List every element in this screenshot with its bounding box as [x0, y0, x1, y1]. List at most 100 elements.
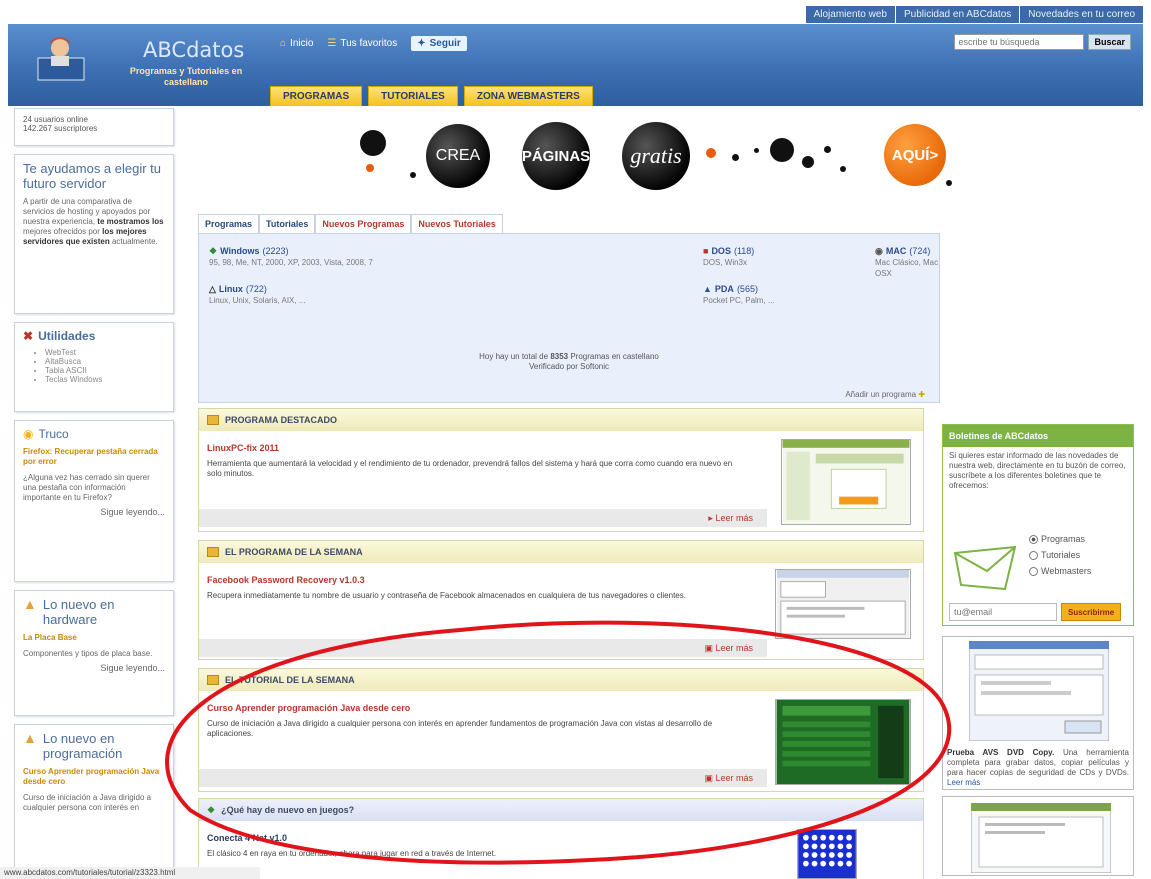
games-thumbnail[interactable] — [797, 829, 857, 879]
pda-icon: ▲ — [703, 284, 712, 294]
hardware-header: ▲ Lo nuevo en hardware — [23, 597, 165, 628]
util-altabusca[interactable]: AltaBusca — [45, 357, 165, 366]
category-linux[interactable]: △ Linux (722) Linux, Unix, Solaris, AIX, .… — [209, 284, 305, 306]
nav-favorites[interactable]: ☰ Tus favoritos — [327, 38, 397, 49]
follow-button[interactable]: ✦ Seguir — [411, 36, 467, 51]
avs-more-link[interactable]: Leer más — [947, 778, 980, 787]
hosting-title[interactable]: Te ayudamos a elegir tu futuro servidor — [23, 161, 165, 191]
featured-thumbnail[interactable] — [781, 439, 911, 525]
logo-title[interactable]: ABCdatos — [143, 38, 244, 62]
games-desc: El clásico 4 en raya en tu ordenador, ah… — [207, 849, 497, 858]
programming-link[interactable]: Curso Aprender programación Java desde c… — [23, 767, 165, 787]
dos-icon: ■ — [703, 246, 709, 256]
banner-dot — [754, 148, 759, 153]
online-users: 24 usuarios online — [23, 115, 88, 124]
cat-tab-tutoriales[interactable]: Tutoriales — [259, 214, 316, 233]
category-count: (2223) — [262, 246, 289, 256]
tip-text: ¿Alguna vez has cerrado sin querer una p… — [23, 473, 150, 502]
utilities-title: Utilidades — [38, 329, 96, 343]
total-number: 8353 — [550, 352, 569, 361]
top-link-hosting[interactable]: Alojamiento web — [804, 6, 895, 23]
featured-desc: Herramienta que aumentará la velocidad y… — [207, 459, 733, 478]
categories-area: Programas Tutoriales Nuevos Programas Nu… — [198, 214, 940, 403]
linux-icon: △ — [209, 284, 216, 294]
utilities-box: ✖ Utilidades WebTest AltaBusca Tabla ASC… — [14, 322, 174, 412]
search-button[interactable]: Buscar — [1088, 34, 1131, 50]
radio-programas[interactable]: Programas — [1029, 531, 1091, 547]
week-program-head-label: EL PROGRAMA DE LA SEMANA — [225, 547, 363, 557]
tip-more-link[interactable]: Sigue leyendo... — [23, 507, 165, 517]
week-tutorial-more-link[interactable]: ▣ Leer más — [704, 773, 753, 784]
hardware-link[interactable]: La Placa Base — [23, 633, 165, 643]
util-webtest[interactable]: WebTest — [45, 348, 165, 357]
week-program-more-link[interactable]: ▣ Leer más — [704, 643, 753, 654]
cat-tab-nuevos-programas[interactable]: Nuevos Programas — [315, 214, 412, 233]
tip-header: ◉ Truco — [23, 427, 165, 441]
category-mac[interactable]: ◉ MAC (724) Mac Clásico, Mac OSX — [875, 246, 939, 279]
top-bar: Alojamiento web Publicidad en ABCdatos N… — [0, 0, 1151, 24]
avs-ad-box[interactable]: Prueba AVS DVD Copy. Una herramienta com… — [942, 636, 1134, 790]
newsletter-box: Boletines de ABCdatos Si quieres estar i… — [942, 424, 1134, 626]
folder-icon — [207, 675, 219, 685]
favorites-icon: ☰ — [327, 38, 337, 49]
category-windows[interactable]: ❖ Windows (2223) 95, 98, Me, NT, 2000, XP,… — [209, 246, 373, 268]
radio-icon — [1029, 566, 1038, 576]
windows-icon: ❖ — [209, 246, 218, 256]
week-program-thumbnail[interactable] — [775, 569, 911, 639]
category-dos[interactable]: ■ DOS (118) DOS, Win3x — [703, 246, 754, 268]
util-teclas[interactable]: Teclas Windows — [45, 375, 165, 384]
category-name: PDA — [714, 284, 734, 294]
tip-link[interactable]: Firefox: Recuperar pestaña cerrada por e… — [23, 447, 165, 467]
category-name: DOS — [711, 246, 731, 256]
radio-tutoriales[interactable]: Tutoriales — [1029, 547, 1091, 563]
cat-tab-programas[interactable]: Programas — [198, 214, 260, 233]
tab-tutoriales[interactable]: TUTORIALES — [368, 86, 458, 106]
week-tutorial-head-label: EL TUTORIAL DE LA SEMANA — [225, 675, 355, 685]
top-links: Alojamiento web Publicidad en ABCdatos N… — [804, 6, 1143, 23]
subscribe-button[interactable]: Suscribirme — [1061, 603, 1122, 621]
more-label: Leer más — [715, 513, 753, 523]
add-program-link[interactable]: Añadir un programa ✚ — [845, 390, 925, 399]
more-icon: ▣ — [704, 643, 713, 653]
folder-icon — [207, 547, 219, 557]
search-input[interactable] — [954, 34, 1085, 50]
programming-header: ▲ Lo nuevo en programación — [23, 731, 165, 762]
site-header: ABCdatos Programas y Tutoriales en caste… — [8, 24, 1143, 106]
games-head-label: ¿Qué hay de nuevo en juegos? — [221, 805, 355, 815]
week-tutorial-desc: Curso de iniciación a Java dirigido a cu… — [207, 719, 713, 738]
folder-icon — [207, 415, 219, 425]
category-sub: Linux, Unix, Solaris, AIX, ... — [209, 296, 306, 305]
category-sub: Pocket PC, Palm, ... — [703, 296, 775, 305]
radio-webmasters[interactable]: Webmasters — [1029, 563, 1091, 579]
util-ascii[interactable]: Tabla ASCII — [45, 366, 165, 375]
nav-favorites-label: Tus favoritos — [340, 38, 398, 49]
category-pda[interactable]: ▲ PDA (565) Pocket PC, Palm, ... — [703, 284, 775, 306]
featured-header: PROGRAMA DESTACADO — [199, 409, 923, 431]
bottom-ad-box[interactable] — [942, 796, 1134, 876]
tab-webmasters[interactable]: ZONA WEBMASTERS — [463, 86, 593, 106]
week-tutorial-thumbnail[interactable] — [775, 699, 911, 785]
banner-aqui-button[interactable]: AQUÍ> — [884, 124, 946, 186]
featured-more-link[interactable]: ▸ Leer más — [708, 513, 753, 524]
cat-tab-nuevos-tutoriales[interactable]: Nuevos Tutoriales — [411, 214, 503, 233]
top-link-news[interactable]: Novedades en tu correo — [1019, 6, 1143, 23]
ad-banner[interactable]: CREA PÁGINAS gratis AQUÍ> — [340, 112, 980, 202]
logo-subtitle: Programas y Tutoriales en castellano — [129, 66, 243, 87]
email-field[interactable] — [949, 603, 1057, 621]
avs-text: Prueba AVS DVD Copy. Una herramienta com… — [947, 748, 1129, 788]
category-name: Linux — [218, 284, 243, 294]
week-program-desc: Recupera inmediatamente tu nombre de usu… — [207, 591, 686, 600]
category-name: Windows — [220, 246, 260, 256]
programming-text: Curso de iniciación a Java dirigido a cu… — [23, 793, 152, 812]
header-nav: ⌂ Inicio ☰ Tus favoritos ✦ Seguir — [280, 36, 467, 51]
left-sidebar: 24 usuarios online 142.267 suscriptores … — [14, 108, 174, 879]
week-program-header: EL PROGRAMA DE LA SEMANA — [199, 541, 923, 563]
banner-dot — [706, 148, 716, 158]
top-link-ads[interactable]: Publicidad en ABCdatos — [894, 6, 1020, 23]
lightbulb-icon: ◉ — [23, 427, 34, 441]
nav-home[interactable]: ⌂ Inicio — [280, 38, 313, 49]
tab-programas[interactable]: PROGRAMAS — [270, 86, 363, 106]
follow-label: Seguir — [429, 38, 461, 49]
hardware-more-link[interactable]: Sigue leyendo... — [23, 663, 165, 673]
newsletter-text: Si quieres estar informado de las noveda… — [949, 451, 1126, 490]
